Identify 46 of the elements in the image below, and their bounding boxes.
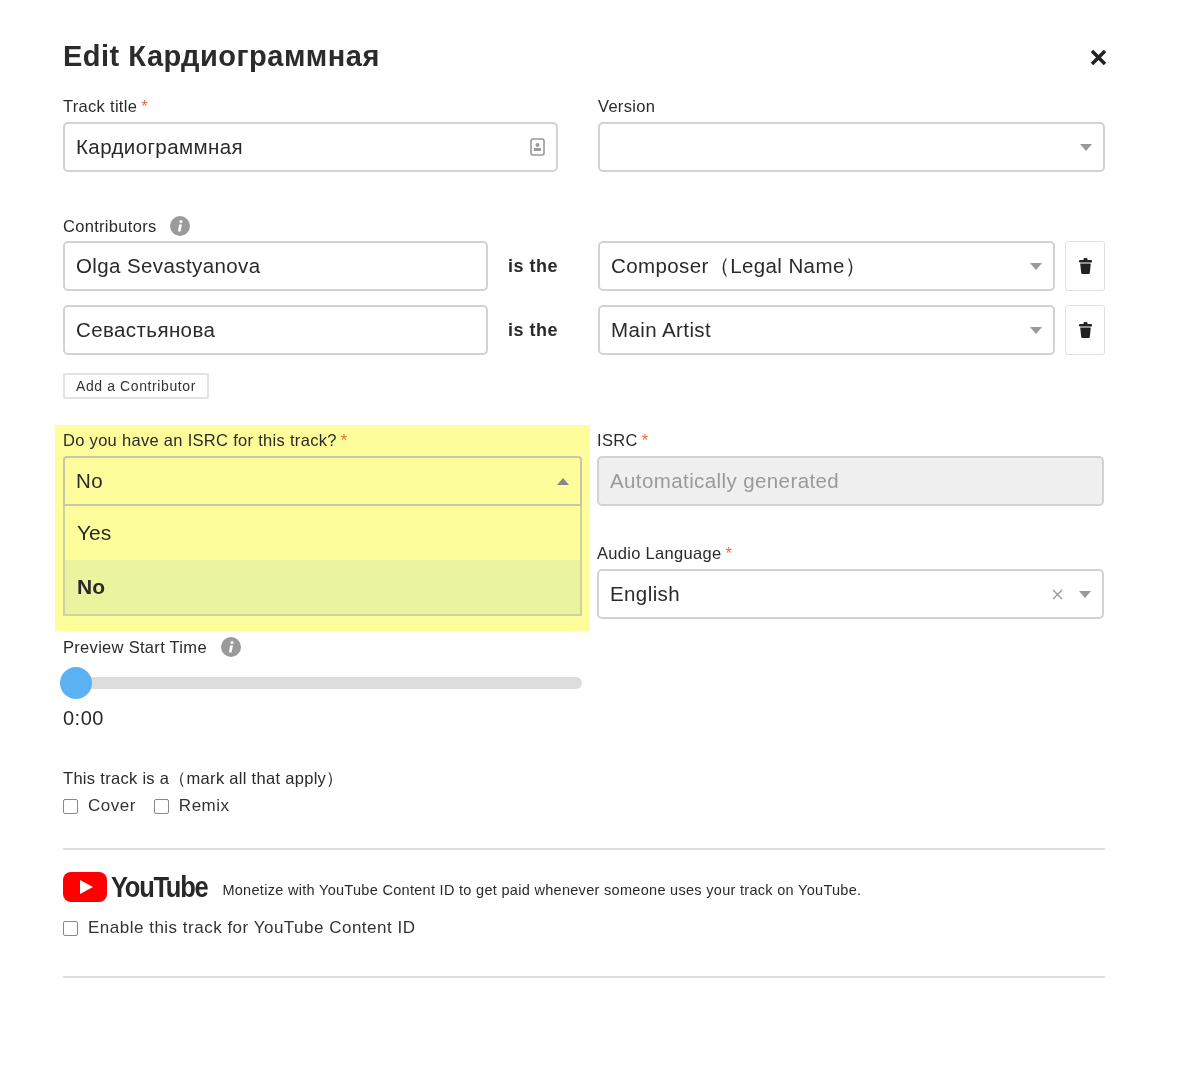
delete-button[interactable] bbox=[1065, 305, 1105, 355]
play-logo-icon bbox=[63, 872, 107, 902]
field-label: ISRC * bbox=[597, 431, 650, 450]
add-contributor-button[interactable]: Add a Contributor bbox=[63, 373, 209, 399]
language-dropdown[interactable]: English bbox=[597, 569, 1104, 619]
trash-icon bbox=[1078, 322, 1092, 338]
caret-icon bbox=[1030, 262, 1042, 270]
caret-icon bbox=[1030, 326, 1042, 334]
role-dropdown[interactable]: Main Artist bbox=[598, 305, 1055, 355]
description-text: Monetize with YouTube Content ID to get paid whenever someone uses your track on YouTube. bbox=[222, 882, 862, 898]
slider[interactable] bbox=[63, 667, 582, 699]
clear-icon[interactable] bbox=[1052, 588, 1063, 600]
checkbox[interactable] bbox=[153, 798, 169, 814]
field-label: Track title * bbox=[63, 97, 149, 116]
trash-icon bbox=[1078, 258, 1092, 274]
checkbox-label: Enable this track for YouTube Content ID bbox=[88, 918, 416, 938]
input-field[interactable]: Кардиограммная bbox=[63, 122, 558, 172]
field-label: Preview Start Time bbox=[63, 637, 207, 657]
checkbox[interactable] bbox=[63, 798, 78, 814]
relation-label: is the bbox=[507, 255, 559, 277]
logo-wordmark: YouTube bbox=[111, 870, 208, 904]
dropdown-option[interactable]: No bbox=[65, 560, 580, 614]
field-label: Version bbox=[598, 97, 657, 116]
role-dropdown[interactable]: Composer（Legal Name） bbox=[598, 241, 1055, 291]
field-label: Contributors bbox=[63, 216, 157, 236]
checkbox-label: Remix bbox=[178, 796, 230, 816]
dialog-title: Edit Кардиограммная bbox=[63, 40, 380, 73]
field-label: Do you have an ISRC for this track? * bbox=[63, 431, 349, 450]
info-icon[interactable] bbox=[170, 216, 191, 236]
checkbox[interactable] bbox=[63, 920, 78, 936]
input-field[interactable]: Olga Sevastyanova bbox=[63, 241, 488, 291]
time-readout: 0:00 bbox=[63, 707, 105, 730]
contact-card-icon bbox=[530, 138, 545, 156]
caret-icon bbox=[557, 477, 569, 485]
relation-label: is the bbox=[507, 319, 559, 341]
delete-button[interactable] bbox=[1065, 241, 1105, 291]
dropdown-option[interactable]: Yes bbox=[65, 506, 580, 560]
info-icon[interactable] bbox=[220, 637, 241, 657]
caret-icon bbox=[1079, 590, 1091, 598]
field-label: This track is a（mark all that apply） bbox=[63, 768, 345, 789]
input-field[interactable]: Севастьянова bbox=[63, 305, 488, 355]
isrc-dropdown[interactable]: No bbox=[63, 456, 582, 506]
slider-thumb[interactable] bbox=[60, 667, 92, 699]
field-label: Audio Language * bbox=[597, 544, 734, 563]
checkbox-label: Cover bbox=[88, 796, 136, 816]
caret-icon bbox=[1080, 143, 1092, 151]
